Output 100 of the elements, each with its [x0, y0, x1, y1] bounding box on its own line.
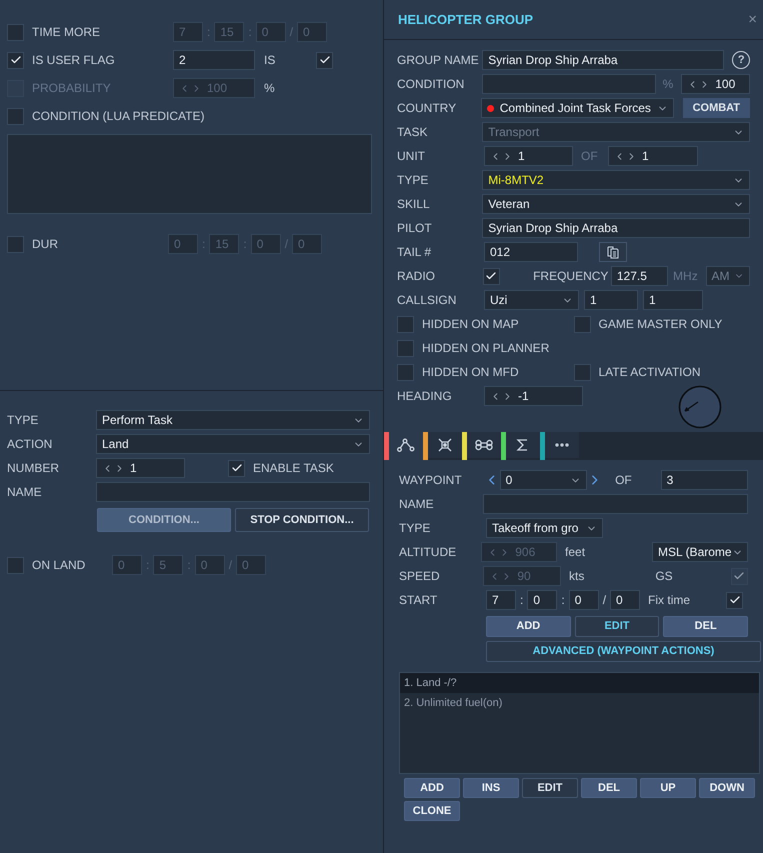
tab[interactable] [545, 432, 579, 460]
time-field[interactable]: 7 [486, 590, 516, 610]
text-field[interactable]: 012 [484, 242, 578, 262]
action-button[interactable]: UP [640, 778, 696, 798]
check-icon [230, 462, 242, 474]
dropdown[interactable]: Perform Task [96, 410, 370, 430]
dropdown[interactable]: Veteran [482, 194, 750, 214]
field-label: GROUP NAME [397, 52, 480, 69]
help-button[interactable]: ? [732, 51, 750, 69]
field-label: ALTITUDE [399, 544, 458, 561]
list-item[interactable]: 2. Unlimited fuel(on) [400, 693, 759, 713]
number-spinner[interactable]: 1 [484, 146, 573, 166]
action-button[interactable]: DEL [663, 616, 748, 637]
time-separator: / [228, 557, 232, 574]
action-button[interactable]: INS [463, 778, 519, 798]
coalition-button[interactable]: COMBAT [682, 98, 750, 118]
checkbox[interactable] [7, 24, 24, 40]
time-field[interactable]: 0 [527, 590, 558, 610]
action-button[interactable]: DOWN [699, 778, 755, 798]
field-label: UNIT [397, 148, 426, 165]
action-button[interactable]: ADVANCED (WAYPOINT ACTIONS) [486, 641, 761, 662]
field-label: NAME [7, 484, 43, 501]
action-button[interactable]: EDIT [574, 616, 660, 637]
field-label: FREQUENCY [533, 268, 610, 285]
checkbox[interactable] [7, 556, 24, 574]
time-field[interactable]: 0 [610, 590, 640, 610]
paste-icon [606, 245, 620, 259]
action-button[interactable]: DEL [581, 778, 637, 798]
tab[interactable] [506, 432, 540, 460]
field-label: START [399, 592, 438, 609]
dropdown[interactable]: Combined Joint Task Forces [480, 98, 674, 118]
option-label: ON LAND [32, 557, 86, 574]
text-field[interactable] [483, 494, 748, 514]
time-separator: : [146, 557, 150, 574]
text-field[interactable] [96, 482, 370, 502]
number-spinner[interactable]: 1 [608, 146, 698, 166]
time-separator: : [561, 592, 565, 609]
checkbox[interactable] [228, 460, 245, 476]
checkbox[interactable] [397, 340, 414, 356]
of-label: OF [581, 148, 599, 165]
copy-button[interactable] [599, 242, 627, 262]
action-button[interactable]: CLONE [404, 801, 460, 821]
time-separator: / [602, 592, 606, 609]
option-label: CONDITION (LUA PREDICATE) [32, 108, 204, 125]
time-separator: : [187, 557, 191, 574]
field-label: SKILL [397, 196, 431, 213]
unit-label: % [264, 80, 275, 97]
text-field[interactable]: 1 [643, 290, 703, 310]
checkbox[interactable] [7, 52, 24, 68]
text-field[interactable]: Syrian Drop Ship Arraba [482, 50, 724, 70]
text-field[interactable]: 1 [584, 290, 638, 310]
field-label: ACTION [7, 436, 54, 453]
dropdown[interactable]: Takeoff from gro [486, 518, 603, 538]
dropdown[interactable]: Uzi [484, 290, 579, 310]
action-button[interactable]: ADD [404, 778, 460, 798]
number-spinner[interactable]: 100 [681, 74, 750, 94]
dropdown[interactable]: Mi-8MTV2 [482, 170, 750, 190]
checkbox[interactable] [397, 316, 414, 332]
option-label: PROBABILITY [32, 80, 112, 97]
text-field[interactable]: Syrian Drop Ship Arraba [482, 218, 750, 238]
field-label: CONDITION [397, 76, 466, 93]
target-icon [436, 437, 454, 453]
field-label: RADIO [397, 268, 436, 285]
checkbox[interactable] [7, 108, 24, 124]
checkbox[interactable] [316, 52, 333, 68]
action-button[interactable]: ADD [486, 616, 571, 637]
check-icon [485, 270, 498, 282]
field-label: HEADING [397, 388, 453, 405]
number-spinner[interactable]: 1 [96, 458, 185, 478]
option-label: DUR [32, 236, 59, 253]
text-field[interactable] [482, 74, 656, 94]
action-button[interactable]: EDIT [522, 778, 578, 798]
checkbox[interactable] [574, 364, 590, 380]
dropdown[interactable]: Land [96, 434, 370, 454]
time-separator: : [202, 236, 206, 253]
unit-label: feet [565, 544, 586, 561]
dropdown[interactable]: 0 [500, 470, 588, 490]
checkbox[interactable] [7, 236, 24, 252]
checkbox[interactable] [726, 592, 744, 608]
field-label: TYPE [397, 172, 430, 189]
checkbox[interactable] [397, 364, 414, 380]
tab[interactable] [428, 432, 462, 460]
panel-title: HELICOPTER GROUP [398, 10, 534, 29]
text-field[interactable]: 3 [660, 470, 748, 490]
option-label: GS [655, 568, 674, 585]
field-label: CALLSIGN [397, 292, 458, 309]
dropdown[interactable]: MSL (Barome [652, 542, 748, 562]
list-item[interactable]: 1. Land -/? [400, 673, 759, 693]
checkbox[interactable] [482, 268, 500, 284]
unit-label: MHz [673, 268, 699, 285]
action-button[interactable]: STOP CONDITION... [235, 508, 369, 532]
text-field[interactable]: 127.5 [610, 266, 668, 286]
number-spinner[interactable]: -1 [484, 386, 583, 406]
tab[interactable] [467, 432, 501, 460]
checkbox[interactable] [574, 316, 590, 332]
action-button[interactable]: CONDITION... [97, 508, 231, 532]
time-separator: / [290, 24, 294, 41]
text-field[interactable]: 2 [173, 50, 255, 70]
time-field[interactable]: 0 [568, 590, 599, 610]
field-label: COUNTRY [397, 100, 458, 117]
